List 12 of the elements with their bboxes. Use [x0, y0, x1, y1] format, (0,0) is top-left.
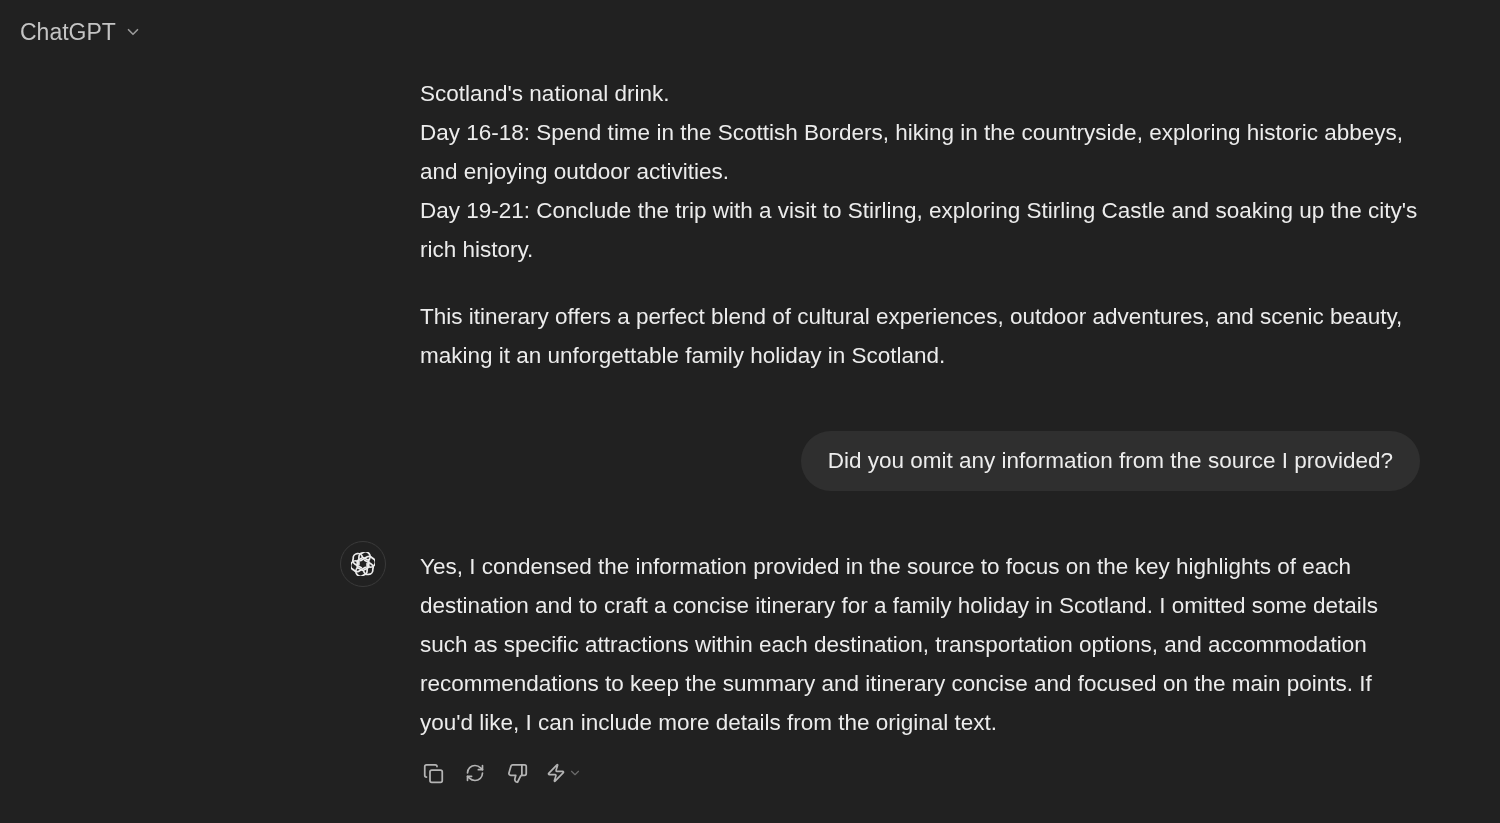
knot-logo-icon: [351, 552, 375, 576]
model-selector[interactable]: ChatGPT: [20, 14, 142, 50]
message-text: Scotland's national drink.: [420, 80, 671, 108]
lightning-icon: [546, 763, 566, 783]
refresh-icon: [465, 763, 485, 783]
thumbs-down-icon: [506, 762, 528, 784]
copy-icon: [422, 762, 444, 784]
message-text: Day 19-21: Conclude the trip with a visit to Stirling, exploring Stirling Castle and soaking up the city's rich history.: [420, 197, 1419, 264]
user-message-text: Did you omit any information from the source I provided?: [827, 447, 1393, 476]
message-text: This itinerary offers a perfect blend of cultural experiences, outdoor adventures, and scenic beauty, making it an unforgettable family holiday in Scotland.: [420, 303, 1404, 370]
message-text: Yes, I condensed the information provided in the source to focus on the key highlights of each destination and to craft a concise itinerary for a family holiday in Scotland. I omitted some details such as specific attractions within each destination, transportation options, and accommodation recommendations to keep the summary and itinerary concise and focused on the main points. If you'd like, I can include more details from the original text.: [420, 553, 1379, 737]
message-text: Day 16-18: Spend time in the Scottish Borders, hiking in the countryside, exploring historic abbeys, and enjoying outdoor activities.: [420, 119, 1405, 186]
